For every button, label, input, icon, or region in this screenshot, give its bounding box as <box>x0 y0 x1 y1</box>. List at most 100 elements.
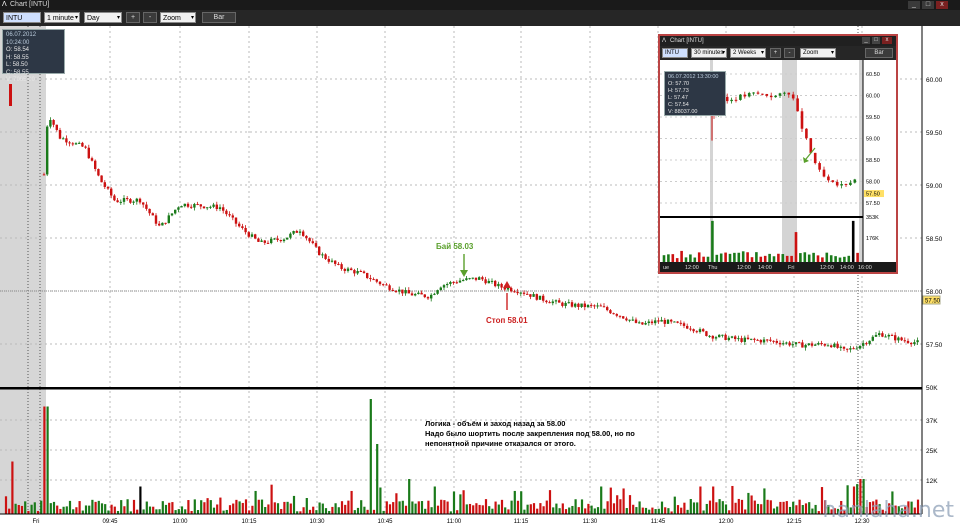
close-icon[interactable]: x <box>882 37 892 44</box>
volume-bar <box>152 506 155 514</box>
candle-body <box>401 289 404 294</box>
candle-body <box>586 304 590 308</box>
inset-symbol-input[interactable]: INTU <box>662 48 688 58</box>
inset-time-tick-label: 16:00 <box>858 265 872 271</box>
candle-body <box>129 199 132 203</box>
volume-bar <box>523 509 526 514</box>
volume-bar <box>721 501 724 514</box>
candle-body <box>311 241 314 244</box>
volume-bar <box>17 505 20 514</box>
inset-volume-bar <box>759 256 763 262</box>
volume-bar <box>459 494 462 514</box>
symbol-input[interactable]: INTU <box>3 12 41 23</box>
inset-volume-bar <box>829 255 833 262</box>
volume-tick-label: 25K <box>926 448 938 455</box>
chart-type-button[interactable]: Bar <box>202 12 236 23</box>
ohlc-low: L: 58.50 <box>6 62 28 68</box>
candle-body <box>270 238 273 244</box>
minimize-icon[interactable]: _ <box>908 1 920 9</box>
volume-bar <box>200 500 203 514</box>
volume-bar <box>667 508 670 514</box>
zoom-in-button[interactable]: + <box>126 12 140 23</box>
volume-bar <box>500 499 504 514</box>
range-select[interactable]: Day ▾ <box>84 12 122 23</box>
candle-body <box>807 343 810 346</box>
candle-body <box>426 297 430 299</box>
inset-chart-window[interactable]: Λ Chart [INTU] _ □ x INTU 30 minutes ▾ 2 … <box>658 34 898 274</box>
candle-body <box>49 120 52 127</box>
volume-bar <box>513 490 516 514</box>
inset-price-tick-label: 60.50 <box>866 72 880 78</box>
price-tick-label: 57.50 <box>926 342 943 349</box>
volume-bar <box>456 510 459 514</box>
inset-interval-select[interactable]: 30 minutes ▾ <box>691 48 727 58</box>
candle-body <box>234 217 238 224</box>
volume-bar <box>219 497 222 514</box>
candle-body <box>318 246 321 256</box>
candle-body <box>494 280 497 287</box>
inset-zoom-select[interactable]: Zoom ▾ <box>800 48 836 58</box>
candle-body <box>535 294 538 300</box>
inset-volume-tick-label: 176K <box>866 236 879 242</box>
inset-ohlc-low: L: 57.47 <box>668 95 688 101</box>
close-icon[interactable]: x <box>936 1 948 9</box>
time-tick-label: 11:30 <box>583 519 598 525</box>
volume-bar <box>785 501 788 514</box>
volume-bar <box>408 479 411 514</box>
candle-body <box>711 335 714 339</box>
candle-body <box>42 174 46 176</box>
maximize-icon[interactable]: □ <box>872 37 880 44</box>
inset-volume-bar <box>807 254 811 262</box>
candle-body <box>570 302 574 307</box>
minimize-icon[interactable]: _ <box>862 37 870 44</box>
maximize-icon[interactable]: □ <box>922 1 934 9</box>
volume-bar <box>555 503 558 514</box>
volume-bar <box>808 502 811 514</box>
candle-body <box>244 227 247 233</box>
candle-body <box>746 337 750 340</box>
inset-time-tick-label: 14:00 <box>758 265 772 271</box>
inset-price-tick-label: 59.50 <box>866 115 880 121</box>
candle-body <box>881 333 884 337</box>
inset-range-select[interactable]: 2 Weeks ▾ <box>730 48 766 58</box>
zoom-out-button[interactable]: - <box>143 12 157 23</box>
volume-bar <box>481 505 484 514</box>
volume-bar <box>212 507 216 514</box>
inset-zoom-out-button[interactable]: - <box>784 48 795 58</box>
candle-body <box>836 343 839 348</box>
time-tick-label: 10:15 <box>241 519 257 525</box>
inset-chart-type-button[interactable]: Bar <box>865 48 893 58</box>
candle-body <box>394 290 398 292</box>
volume-bar <box>766 499 769 514</box>
candle-body <box>103 182 106 187</box>
candle-body <box>791 344 794 346</box>
inset-zoom-in-button[interactable]: + <box>770 48 781 58</box>
zoom-select[interactable]: Zoom ▾ <box>160 12 196 23</box>
volume-bar <box>267 504 270 514</box>
volume-tick-label: 50K <box>926 385 938 392</box>
volume-bar <box>628 495 632 514</box>
inset-candle-body <box>831 180 835 182</box>
volume-bar <box>120 500 123 514</box>
time-tick-label: Fri <box>33 519 40 525</box>
volume-bar <box>577 507 580 514</box>
inset-current-price-label: 57.50 <box>866 192 880 198</box>
inset-candle-body <box>761 93 764 95</box>
candle-body <box>439 287 442 291</box>
candle-body <box>324 254 327 259</box>
inset-volume-tick-label: 353K <box>866 215 879 221</box>
volume-bar <box>603 508 606 514</box>
candle-body <box>519 292 522 294</box>
candle-body <box>193 203 196 208</box>
candle-body <box>794 342 798 345</box>
candle-body <box>631 319 634 321</box>
candle-body <box>87 147 90 159</box>
volume-bar <box>673 496 676 514</box>
candle-body <box>260 240 263 242</box>
inset-zoom-value: Zoom <box>803 50 819 56</box>
volume-bar <box>59 508 62 514</box>
interval-select[interactable]: 1 minute ▾ <box>44 12 80 23</box>
volume-bar <box>747 492 750 514</box>
price-tick-label: 59.00 <box>926 183 943 190</box>
volume-bar <box>158 509 161 514</box>
